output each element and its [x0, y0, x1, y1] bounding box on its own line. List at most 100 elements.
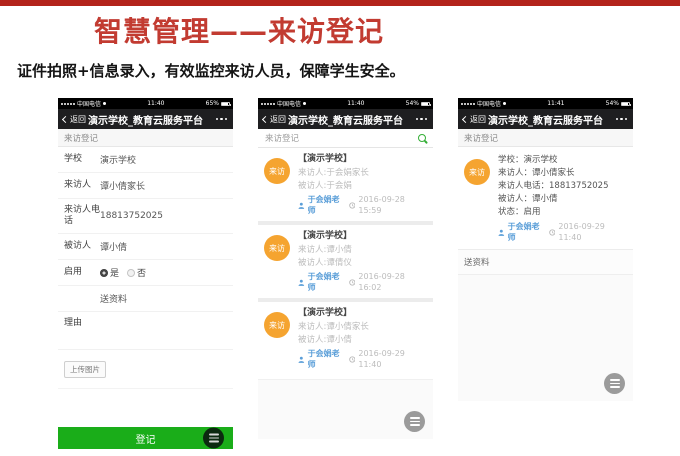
send-material-label: 送资料: [458, 250, 633, 275]
signal-icon: [261, 103, 275, 105]
detail-visitee: 被访人：谭小倩: [498, 193, 627, 206]
more-menu-button[interactable]: [216, 118, 228, 121]
form-row-visitor-phone[interactable]: 来访人电话 18813752025: [58, 199, 233, 234]
field-value: 18813752025: [100, 211, 163, 221]
back-button[interactable]: 返回: [63, 114, 86, 125]
page-subtitle: 证件拍照+信息录入，有效监控来访人员，保障学生安全。: [17, 60, 405, 81]
more-menu-button[interactable]: [416, 118, 428, 121]
form-row-send-material[interactable]: 送资料: [58, 286, 233, 312]
carrier-label: 中国电信: [77, 99, 101, 108]
field-label: 启用: [64, 267, 100, 278]
clock-label: 11:41: [506, 100, 606, 107]
form-row-visitee[interactable]: 被访人 谭小倩: [58, 234, 233, 260]
time-icon: [549, 229, 556, 236]
phone-screenshot-detail: 中国电信 11:41 54% 返回 演示学校_教育云服务平台 来访登记 来访 学…: [458, 98, 633, 401]
section-header: 来访登记: [58, 129, 233, 147]
field-label: 被访人: [64, 241, 100, 252]
person-icon: [298, 356, 305, 363]
more-menu-button[interactable]: [616, 118, 628, 121]
search-bar[interactable]: 来访登记: [258, 129, 433, 148]
list-item[interactable]: 来访 【演示学校】 来访人:于会娟家长 被访人:于会娟 于会娟老师 2016-0…: [258, 148, 433, 221]
nav-bar: 返回 演示学校_教育云服务平台: [458, 109, 633, 129]
form-row-school[interactable]: 学校 演示学校: [58, 147, 233, 173]
item-visitor: 来访人:谭小倩家长: [298, 321, 427, 334]
form-row-visitor[interactable]: 来访人 谭小倩家长: [58, 173, 233, 199]
nav-bar: 返回 演示学校_教育云服务平台: [58, 109, 233, 129]
visitor-list: 来访 【演示学校】 来访人:于会娟家长 被访人:于会娟 于会娟老师 2016-0…: [258, 148, 433, 375]
page-title: 智慧管理——来访登记: [94, 10, 384, 50]
field-label: 理由: [64, 318, 100, 329]
item-visitee: 被访人:谭小倩: [298, 334, 427, 347]
item-school: 【演示学校】: [298, 230, 427, 242]
hamburger-menu-icon[interactable]: [604, 373, 625, 394]
time-icon: [349, 279, 356, 286]
field-value: 谭小倩: [100, 240, 127, 253]
phone-screenshot-form: 中国电信 11:40 65% 返回 演示学校_教育云服务平台 来访登记 学校 演…: [58, 98, 233, 449]
radio-yes[interactable]: 是: [100, 266, 119, 279]
teacher-name: 于会娟老师: [308, 348, 346, 370]
status-bar: 中国电信 11:40 65%: [58, 98, 233, 109]
chevron-left-icon: [262, 115, 269, 122]
upload-section: 上传图片: [58, 350, 233, 389]
signal-icon: [461, 103, 475, 105]
back-button[interactable]: 返回: [463, 114, 486, 125]
person-icon: [498, 229, 505, 236]
signal-icon: [61, 103, 75, 105]
search-label: 来访登记: [265, 132, 299, 144]
status-bar: 中国电信 11:41 54%: [458, 98, 633, 109]
back-button[interactable]: 返回: [263, 114, 286, 125]
person-icon: [298, 202, 305, 209]
form-row-reason[interactable]: 理由: [58, 312, 233, 350]
radio-selected-icon: [100, 269, 108, 277]
item-visitee: 被访人:于会娟: [298, 180, 427, 193]
item-timestamp: 2016-09-28 15:59: [358, 194, 427, 216]
list-empty-area: [258, 379, 433, 439]
visit-badge: 来访: [264, 158, 290, 184]
phone-screenshot-list: 中国电信 11:40 54% 返回 演示学校_教育云服务平台 来访登记 来访 【…: [258, 98, 433, 439]
visitor-detail-card[interactable]: 来访 学校：演示学校 来访人：谭小倩家长 来访人电话：18813752025 被…: [458, 147, 633, 250]
clock-label: 11:40: [106, 100, 206, 107]
detail-status: 状态：启用: [498, 206, 627, 219]
form-row-enable: 启用 是 否: [58, 260, 233, 286]
nav-title: 演示学校_教育云服务平台: [288, 112, 403, 127]
upload-image-button[interactable]: 上传图片: [64, 361, 106, 378]
teacher-name: 于会娟老师: [308, 271, 346, 293]
field-label: 学校: [64, 154, 100, 165]
item-visitee: 被访人:谭倩仪: [298, 257, 427, 270]
item-visitor: 来访人:谭小倩: [298, 244, 427, 257]
radio-no[interactable]: 否: [127, 266, 146, 279]
field-value: 演示学校: [100, 153, 136, 166]
clock-label: 11:40: [306, 100, 406, 107]
search-icon[interactable]: [418, 134, 426, 142]
nav-bar: 返回 演示学校_教育云服务平台: [258, 109, 433, 129]
detail-school: 学校：演示学校: [498, 154, 627, 167]
radio-unselected-icon: [127, 269, 135, 277]
chevron-left-icon: [462, 115, 469, 122]
status-bar: 中国电信 11:40 54%: [258, 98, 433, 109]
item-timestamp: 2016-09-28 16:02: [358, 271, 427, 293]
item-school: 【演示学校】: [298, 153, 427, 165]
battery-icon: [421, 102, 430, 106]
detail-phone: 来访人电话：18813752025: [498, 180, 627, 193]
form-spacer: [58, 389, 233, 427]
visit-badge: 来访: [264, 235, 290, 261]
chevron-left-icon: [62, 115, 69, 122]
hamburger-menu-icon[interactable]: [404, 411, 425, 432]
slide-accent-bar: [0, 0, 680, 6]
item-school: 【演示学校】: [298, 307, 427, 319]
battery-percent: 65%: [206, 100, 219, 107]
battery-percent: 54%: [606, 100, 619, 107]
list-item[interactable]: 来访 【演示学校】 来访人:谭小倩 被访人:谭倩仪 于会娟老师 2016-09-…: [258, 225, 433, 298]
carrier-label: 中国电信: [477, 99, 501, 108]
section-header: 来访登记: [458, 129, 633, 147]
person-icon: [298, 279, 305, 286]
item-timestamp: 2016-09-29 11:40: [358, 348, 427, 370]
field-value: 谭小倩家长: [100, 179, 145, 192]
battery-percent: 54%: [406, 100, 419, 107]
item-visitor: 来访人:于会娟家长: [298, 167, 427, 180]
visit-badge: 来访: [464, 159, 490, 185]
register-button[interactable]: 登记: [58, 427, 233, 449]
list-item[interactable]: 来访 【演示学校】 来访人:谭小倩家长 被访人:谭小倩 于会娟老师 2016-0…: [258, 302, 433, 375]
hamburger-menu-icon[interactable]: [203, 428, 224, 449]
nav-title: 演示学校_教育云服务平台: [88, 112, 203, 127]
